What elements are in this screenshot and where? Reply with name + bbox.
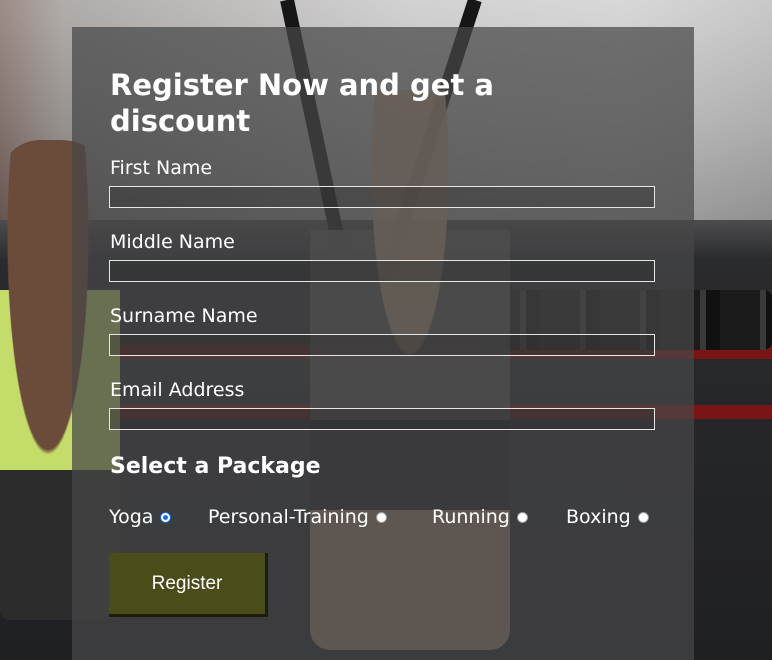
package-option-label: Boxing: [566, 506, 631, 528]
email-label: Email Address: [110, 379, 245, 401]
radio-unselected-icon[interactable]: [516, 511, 528, 523]
package-heading: Select a Package: [110, 454, 321, 479]
email-input[interactable]: [109, 408, 655, 430]
package-option-yoga[interactable]: Yoga: [109, 505, 172, 529]
middle-name-label: Middle Name: [110, 231, 235, 253]
registration-form: Register Now and get a discount First Na…: [72, 27, 694, 660]
surname-input[interactable]: [109, 334, 655, 356]
package-radio-group: Yoga Personal-Training Running Boxing: [109, 505, 689, 529]
form-title: Register Now and get a discount: [110, 68, 494, 138]
package-option-label: Running: [432, 506, 510, 528]
registration-page: Register Now and get a discount First Na…: [0, 0, 772, 660]
package-option-running[interactable]: Running: [432, 505, 528, 529]
package-option-label: Yoga: [109, 506, 154, 528]
register-button[interactable]: Register: [109, 553, 268, 617]
surname-label: Surname Name: [110, 305, 258, 327]
package-option-label: Personal-Training: [208, 506, 369, 528]
package-option-personal-training[interactable]: Personal-Training: [208, 505, 387, 529]
radio-selected-icon[interactable]: [160, 511, 172, 523]
package-option-boxing[interactable]: Boxing: [566, 505, 649, 529]
middle-name-input[interactable]: [109, 260, 655, 282]
radio-unselected-icon[interactable]: [637, 511, 649, 523]
radio-unselected-icon[interactable]: [375, 511, 387, 523]
first-name-label: First Name: [110, 157, 213, 179]
first-name-input[interactable]: [109, 186, 655, 208]
